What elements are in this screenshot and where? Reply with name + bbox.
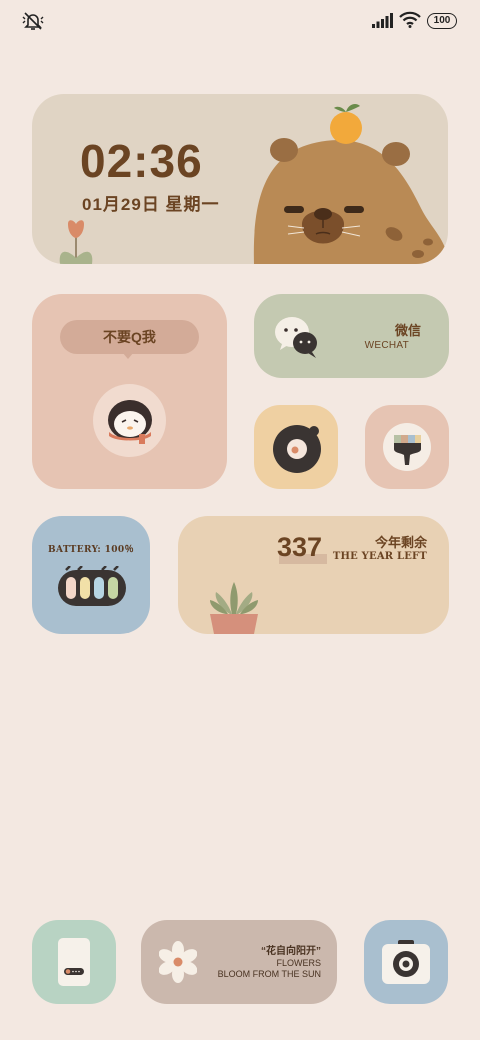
- bubble-tail: [122, 352, 134, 359]
- potted-plant-icon: [210, 582, 258, 634]
- quote-widget[interactable]: “花自向阳开” FLOWERS BLOOM FROM THE SUN: [141, 920, 337, 1004]
- year-left-subtitle: THE YEAR LEFT: [332, 551, 427, 562]
- mute-icon: [22, 12, 44, 30]
- capybara-illustration: [253, 104, 448, 264]
- phone-icon: [58, 938, 90, 986]
- battery-capsule-icon: [58, 566, 126, 606]
- music-app-icon[interactable]: [254, 405, 338, 489]
- battery-icon: 100: [427, 13, 457, 29]
- year-progress-widget[interactable]: 337 今年剩余 THE YEAR LEFT: [178, 516, 449, 634]
- days-left-number: 337: [277, 532, 323, 562]
- flower-caption-2: BLOOM FROM THE SUN: [217, 969, 321, 979]
- status-bar: 100: [0, 0, 480, 42]
- clock-date: 01月29日 星期一: [82, 195, 220, 214]
- qq-avatar: [93, 384, 166, 457]
- penguin-icon: [108, 400, 152, 444]
- paintbrush-icon: [383, 423, 431, 471]
- flower-caption-1: FLOWERS: [276, 958, 321, 968]
- battery-label: BATTERY: 100％: [48, 545, 134, 555]
- wechat-widget[interactable]: 微信 WECHAT: [254, 294, 449, 378]
- qq-speech-bubble: 不要Q我: [60, 320, 199, 354]
- tulip-icon: [59, 220, 93, 264]
- phone-app-icon[interactable]: [32, 920, 116, 1004]
- signal-icon: [372, 13, 393, 28]
- clock-widget[interactable]: 02:36 01月29日 星期一: [32, 94, 448, 264]
- wifi-icon: [399, 11, 421, 28]
- clock-time: 02:36: [80, 135, 203, 187]
- battery-widget[interactable]: BATTERY: 100％: [32, 516, 150, 634]
- qq-widget[interactable]: 不要Q我: [32, 294, 227, 489]
- theme-app-icon[interactable]: [365, 405, 449, 489]
- vinyl-record-icon: [273, 425, 321, 473]
- camera-icon: [382, 940, 430, 984]
- camera-app-icon[interactable]: [364, 920, 448, 1004]
- wechat-sublabel: WECHAT: [364, 340, 409, 351]
- year-left-title: 今年剩余: [374, 535, 427, 550]
- wechat-label: 微信: [394, 323, 421, 338]
- flower-quote: “花自向阳开”: [261, 946, 321, 957]
- wechat-icon: [275, 317, 317, 358]
- flower-icon: [159, 941, 197, 983]
